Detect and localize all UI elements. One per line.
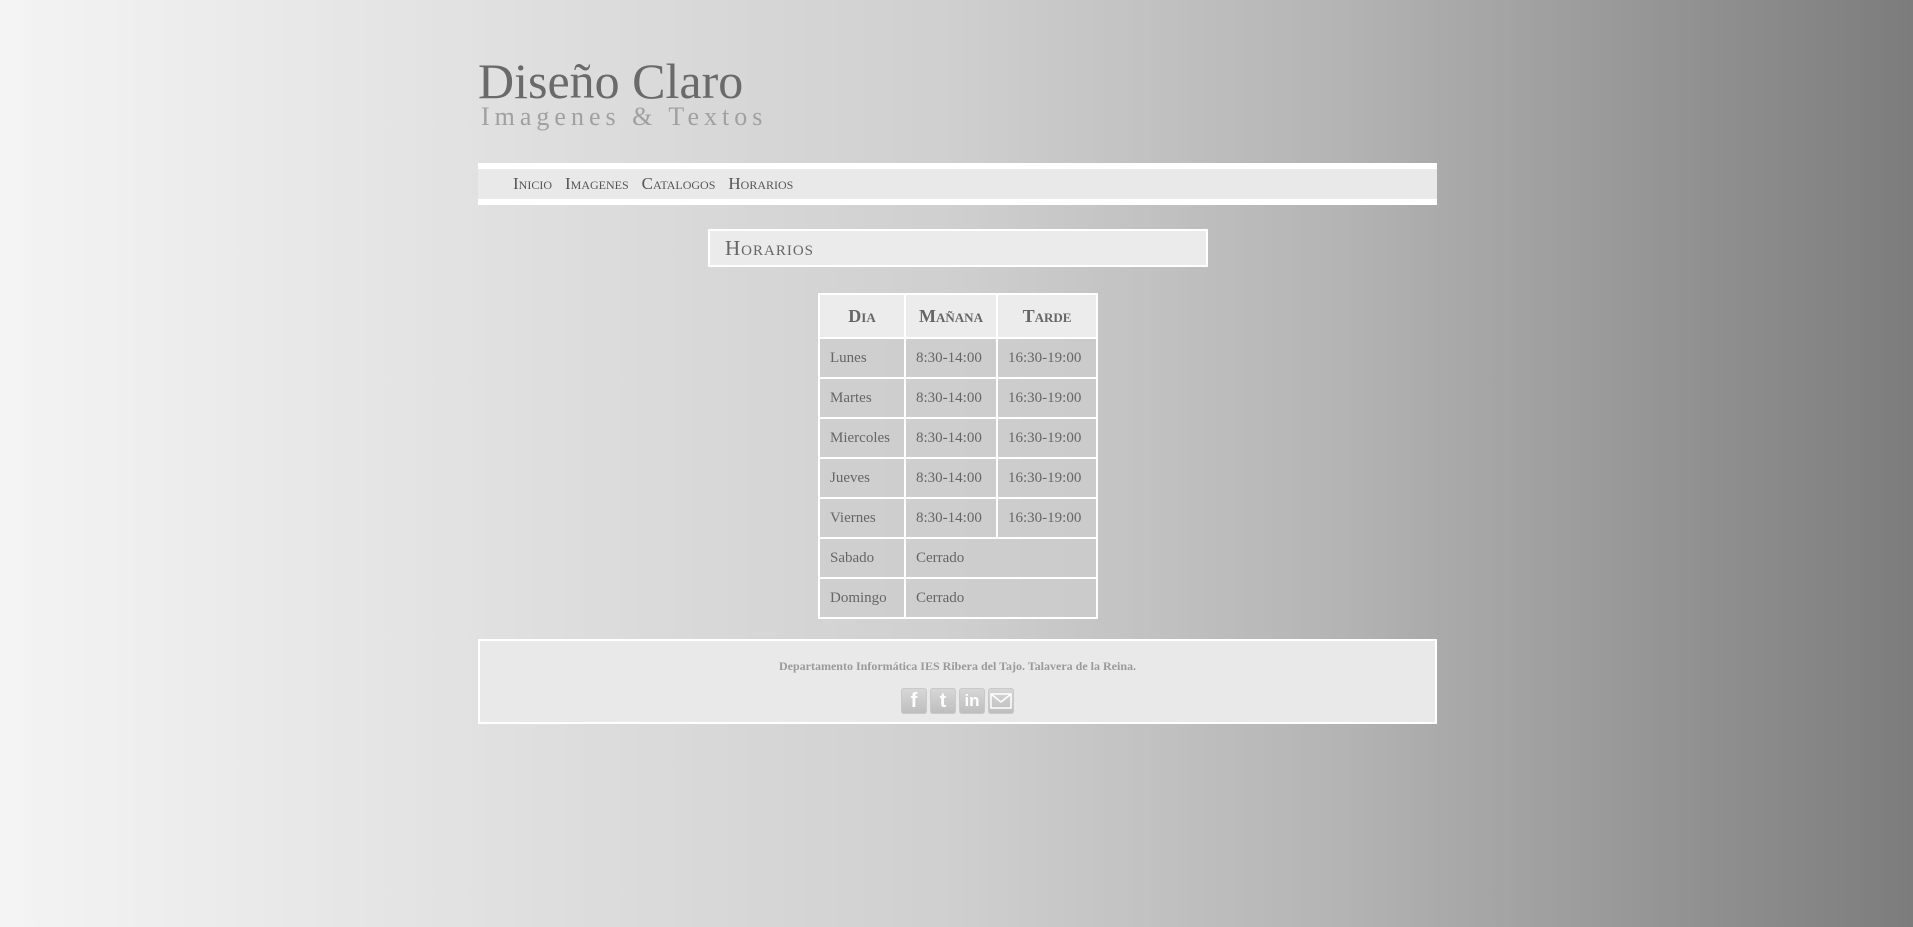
social-links: f t in [480, 688, 1435, 714]
nav-item-inicio[interactable]: Inicio [513, 174, 552, 194]
schedule-table: Dia Mañana Tarde Lunes 8:30-14:00 16:30-… [818, 293, 1098, 619]
linkedin-icon[interactable]: in [959, 688, 985, 714]
mail-icon[interactable] [988, 688, 1014, 714]
header-manana: Mañana [904, 293, 998, 339]
cell-afternoon: 16:30-19:00 [996, 497, 1098, 539]
cell-afternoon: 16:30-19:00 [996, 417, 1098, 459]
cell-day: Domingo [818, 577, 906, 619]
footer: Departamento Informática IES Ribera del … [478, 639, 1437, 724]
table-row: Lunes 8:30-14:00 16:30-19:00 [818, 337, 1098, 379]
header-dia: Dia [818, 293, 906, 339]
table-row: Miercoles 8:30-14:00 16:30-19:00 [818, 417, 1098, 459]
envelope-glyph [990, 693, 1012, 709]
cell-morning: 8:30-14:00 [904, 337, 998, 379]
cell-morning: 8:30-14:00 [904, 457, 998, 499]
cell-morning: 8:30-14:00 [904, 377, 998, 419]
table-row: Viernes 8:30-14:00 16:30-19:00 [818, 497, 1098, 539]
facebook-icon[interactable]: f [901, 688, 927, 714]
site-subtitle: Imagenes & Textos [481, 102, 768, 131]
table-row: Martes 8:30-14:00 16:30-19:00 [818, 377, 1098, 419]
table-row: Domingo Cerrado [818, 577, 1098, 619]
twitter-icon[interactable]: t [930, 688, 956, 714]
cell-morning: 8:30-14:00 [904, 417, 998, 459]
cell-day: Martes [818, 377, 906, 419]
cell-afternoon: 16:30-19:00 [996, 457, 1098, 499]
table-row: Sabado Cerrado [818, 537, 1098, 579]
page-title: Horarios [725, 235, 815, 260]
cell-closed: Cerrado [904, 577, 1098, 619]
nav-item-horarios[interactable]: Horarios [728, 174, 793, 194]
footer-text: Departamento Informática IES Ribera del … [779, 659, 1136, 673]
cell-day: Viernes [818, 497, 906, 539]
site-title: Diseño Claro [478, 53, 744, 109]
cell-day: Jueves [818, 457, 906, 499]
cell-day: Miercoles [818, 417, 906, 459]
table-header-row: Dia Mañana Tarde [818, 293, 1098, 339]
cell-afternoon: 16:30-19:00 [996, 377, 1098, 419]
cell-afternoon: 16:30-19:00 [996, 337, 1098, 379]
cell-day: Sabado [818, 537, 906, 579]
cell-day: Lunes [818, 337, 906, 379]
main-nav: Inicio Imagenes Catalogos Horarios [478, 163, 1437, 205]
nav-bar: Inicio Imagenes Catalogos Horarios [478, 169, 1437, 199]
header-tarde: Tarde [996, 293, 1098, 339]
nav-item-catalogos[interactable]: Catalogos [642, 174, 716, 194]
cell-closed: Cerrado [904, 537, 1098, 579]
table-row: Jueves 8:30-14:00 16:30-19:00 [818, 457, 1098, 499]
nav-item-imagenes[interactable]: Imagenes [565, 174, 629, 194]
section-title-box: Horarios [708, 229, 1208, 267]
cell-morning: 8:30-14:00 [904, 497, 998, 539]
